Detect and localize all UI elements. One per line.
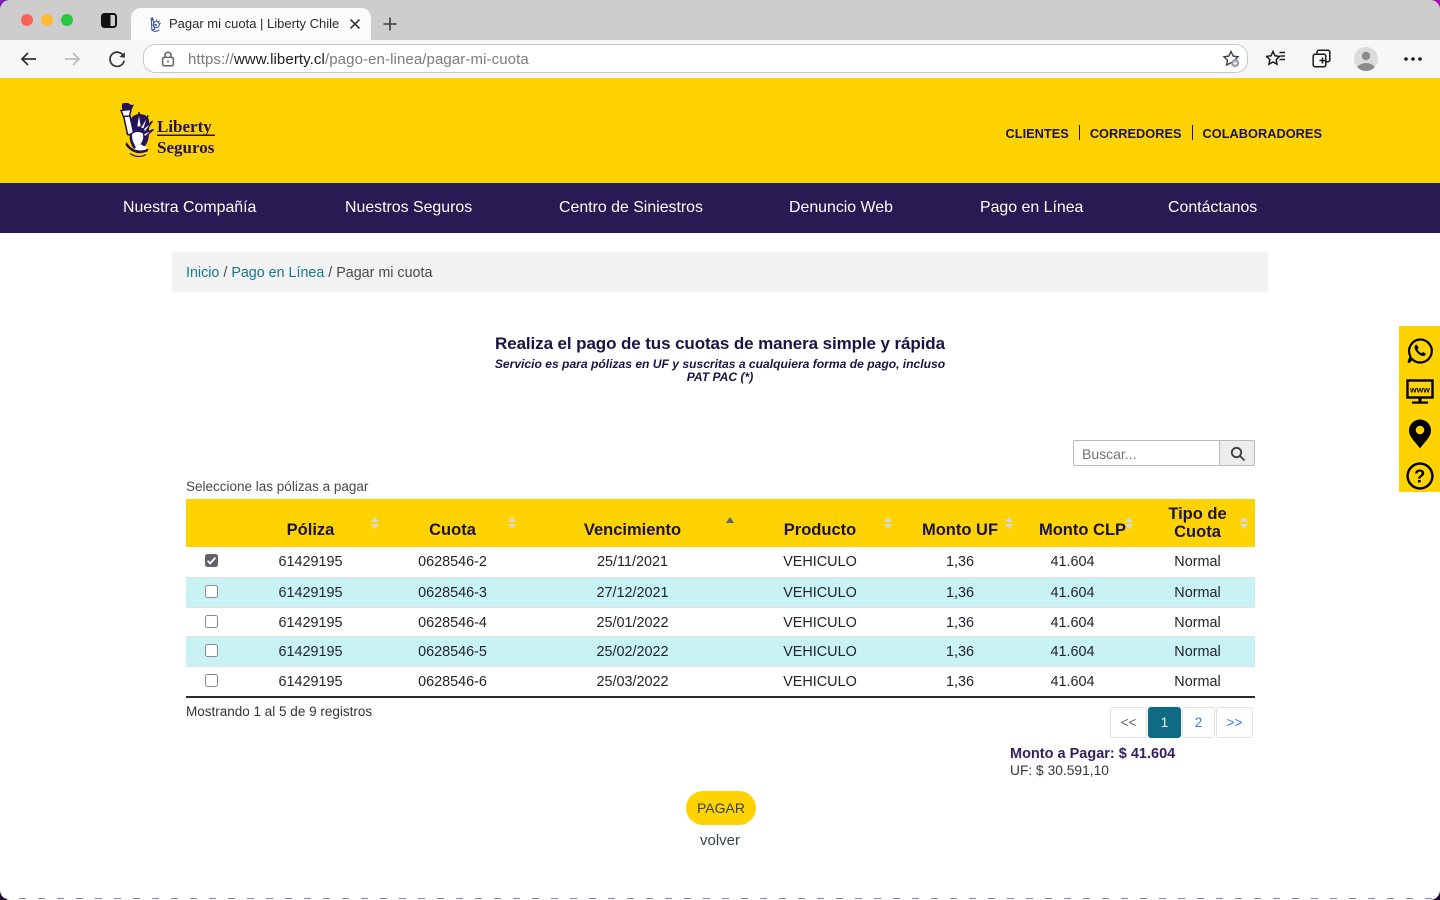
svg-text:Seguros: Seguros [157, 138, 215, 157]
svg-text:Liberty: Liberty [157, 117, 212, 136]
svg-text:?: ? [1414, 466, 1425, 487]
svg-text:www: www [1409, 385, 1430, 395]
